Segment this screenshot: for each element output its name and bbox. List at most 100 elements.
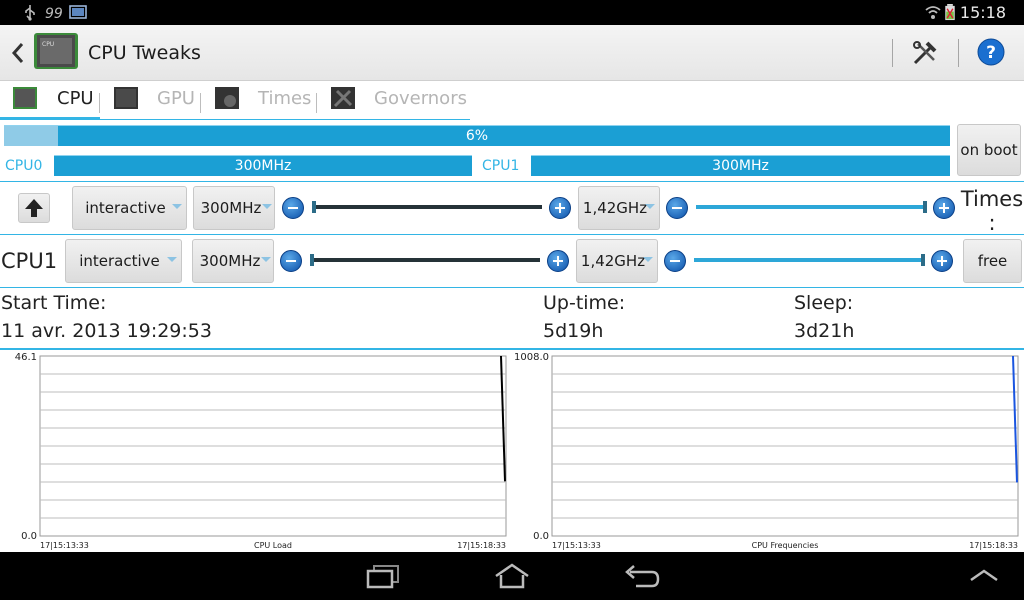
svg-text:?: ? (986, 43, 996, 63)
link-cores-button[interactable] (18, 193, 50, 223)
min-freq-decrease-button[interactable] (282, 197, 304, 219)
page-title: CPU Tweaks (88, 42, 201, 64)
cpu-load-fill (4, 126, 59, 146)
back-icon[interactable] (8, 41, 28, 65)
tab-label: Governors (374, 88, 467, 109)
min-freq-slider[interactable] (312, 205, 542, 209)
cpu0-freq-bar: 300MHz (54, 155, 472, 176)
cpu1-freq: 300MHz (712, 158, 769, 174)
tab-indicator (0, 117, 100, 120)
times-label: Times : (960, 187, 1024, 235)
governor-select[interactable]: interactive (72, 186, 187, 230)
divider (0, 234, 1024, 235)
max-freq-slider-thumb[interactable] (923, 201, 927, 213)
chart-canvas: 46.1 0.017|15:13:33 17|15:18:33 CPU Load (15, 352, 507, 550)
dropdown-arrow-icon (643, 257, 653, 262)
uptime-label: Up-time: (543, 292, 626, 314)
cpu1-row-label: CPU1 (1, 249, 58, 273)
screenshot-icon (69, 5, 87, 19)
cpu-chip-icon: CPU (34, 33, 78, 69)
uptime-value: 5d19h (543, 320, 604, 342)
cpu1-freq-bar: 300MHz (531, 155, 950, 176)
min-freq-select[interactable]: 300MHz (192, 239, 274, 283)
status-bar: 99 15:18 (0, 0, 1024, 25)
svg-text:99: 99 (45, 6, 63, 21)
cpu-load-bar: 6% (4, 125, 950, 146)
back-icon[interactable] (622, 562, 662, 590)
y-tick-label: 46.1 (15, 352, 37, 363)
y-tick-label: 0.0 (21, 531, 37, 542)
recent-apps-icon[interactable] (364, 562, 402, 590)
action-bar: CPU CPU Tweaks ? (0, 25, 1024, 81)
dropdown-arrow-icon (645, 204, 655, 209)
cpu-load-chart: 46.1 0.0 17|15:13:33 17|15:18:33 CPU Load (0, 350, 512, 552)
chart-canvas: 1008.0 0.017|15:13:33 17|15:18:33 CPU Frequ… (514, 352, 1019, 550)
cpu0-freq: 300MHz (234, 158, 292, 174)
min-freq-decrease-button[interactable] (280, 250, 302, 272)
min-freq-value: 300MHz (200, 199, 262, 217)
max-freq-slider[interactable] (696, 205, 926, 209)
tab-label: Times (258, 88, 312, 109)
max-freq-select[interactable]: 1,42GHz (576, 239, 658, 283)
y-tick-label: 0.0 (533, 531, 549, 542)
chart-title: CPU Load (254, 541, 292, 550)
svg-text:CPU: CPU (42, 41, 54, 48)
max-freq-slider-thumb[interactable] (921, 254, 925, 266)
wrench-chip-icon (331, 87, 355, 109)
sleep-label: Sleep: (794, 292, 854, 314)
menu-up-icon[interactable] (968, 562, 1000, 590)
governor-select[interactable]: interactive (65, 239, 182, 283)
min-freq-value: 300MHz (199, 252, 261, 270)
help-icon[interactable]: ? (977, 38, 1005, 66)
clock-chip-icon (215, 87, 239, 109)
start-time-value: 11 avr. 2013 19:29:53 (1, 320, 212, 342)
free-button[interactable]: free (963, 239, 1022, 283)
max-freq-increase-button[interactable] (931, 250, 953, 272)
gpu-chip-icon (114, 87, 138, 109)
divider (958, 39, 959, 67)
sync-icon: 99 (45, 6, 63, 21)
max-freq-increase-button[interactable] (933, 197, 955, 219)
chart-title: CPU Frequencies (752, 541, 819, 550)
tab-cpu[interactable]: CPU (0, 81, 100, 120)
min-freq-slider-thumb[interactable] (310, 254, 314, 266)
max-freq-decrease-button[interactable] (664, 250, 686, 272)
tab-governors[interactable]: Governors (317, 81, 470, 120)
min-freq-slider[interactable] (310, 258, 540, 262)
home-icon[interactable] (492, 562, 532, 590)
min-freq-increase-button[interactable] (549, 197, 571, 219)
battery-charging-icon (945, 4, 955, 21)
tab-times[interactable]: Times (201, 81, 316, 120)
dropdown-arrow-icon (167, 257, 177, 262)
max-freq-slider[interactable] (694, 258, 924, 262)
x-tick-label: 17|15:13:33 (40, 541, 89, 550)
x-tick-label: 17|15:13:33 (552, 541, 601, 550)
divider (0, 181, 1024, 182)
y-tick-label: 1008.0 (514, 352, 549, 363)
cpu-frequencies-chart: 1008.0 0.0 17|15:13:33 17|15:18:33 CPU Frequ… (512, 350, 1024, 552)
wifi-icon (925, 6, 941, 19)
max-freq-value: 1,42GHz (582, 199, 648, 217)
tools-icon[interactable] (910, 38, 940, 68)
x-tick-label: 17|15:18:33 (457, 541, 506, 550)
arrow-up-icon (25, 199, 43, 217)
on-boot-button[interactable]: on boot (957, 124, 1021, 176)
max-freq-select[interactable]: 1,42GHz (578, 186, 660, 230)
start-time-label: Start Time: (1, 292, 107, 314)
dropdown-arrow-icon (172, 204, 182, 209)
tab-bar: CPU GPU Times Governors (0, 81, 1024, 120)
navigation-bar (0, 552, 1024, 600)
divider (0, 287, 1024, 288)
min-freq-slider-thumb[interactable] (312, 201, 316, 213)
divider (892, 39, 893, 67)
max-freq-value: 1,42GHz (580, 252, 646, 270)
cpu-load-label: 6% (465, 128, 489, 144)
sleep-value: 3d21h (794, 320, 855, 342)
usb-icon (25, 5, 35, 21)
status-time: 15:18 (959, 3, 1006, 22)
tab-gpu[interactable]: GPU (100, 81, 200, 120)
max-freq-decrease-button[interactable] (666, 197, 688, 219)
cpu-chip-icon (13, 87, 37, 109)
min-freq-increase-button[interactable] (547, 250, 569, 272)
min-freq-select[interactable]: 300MHz (193, 186, 275, 230)
